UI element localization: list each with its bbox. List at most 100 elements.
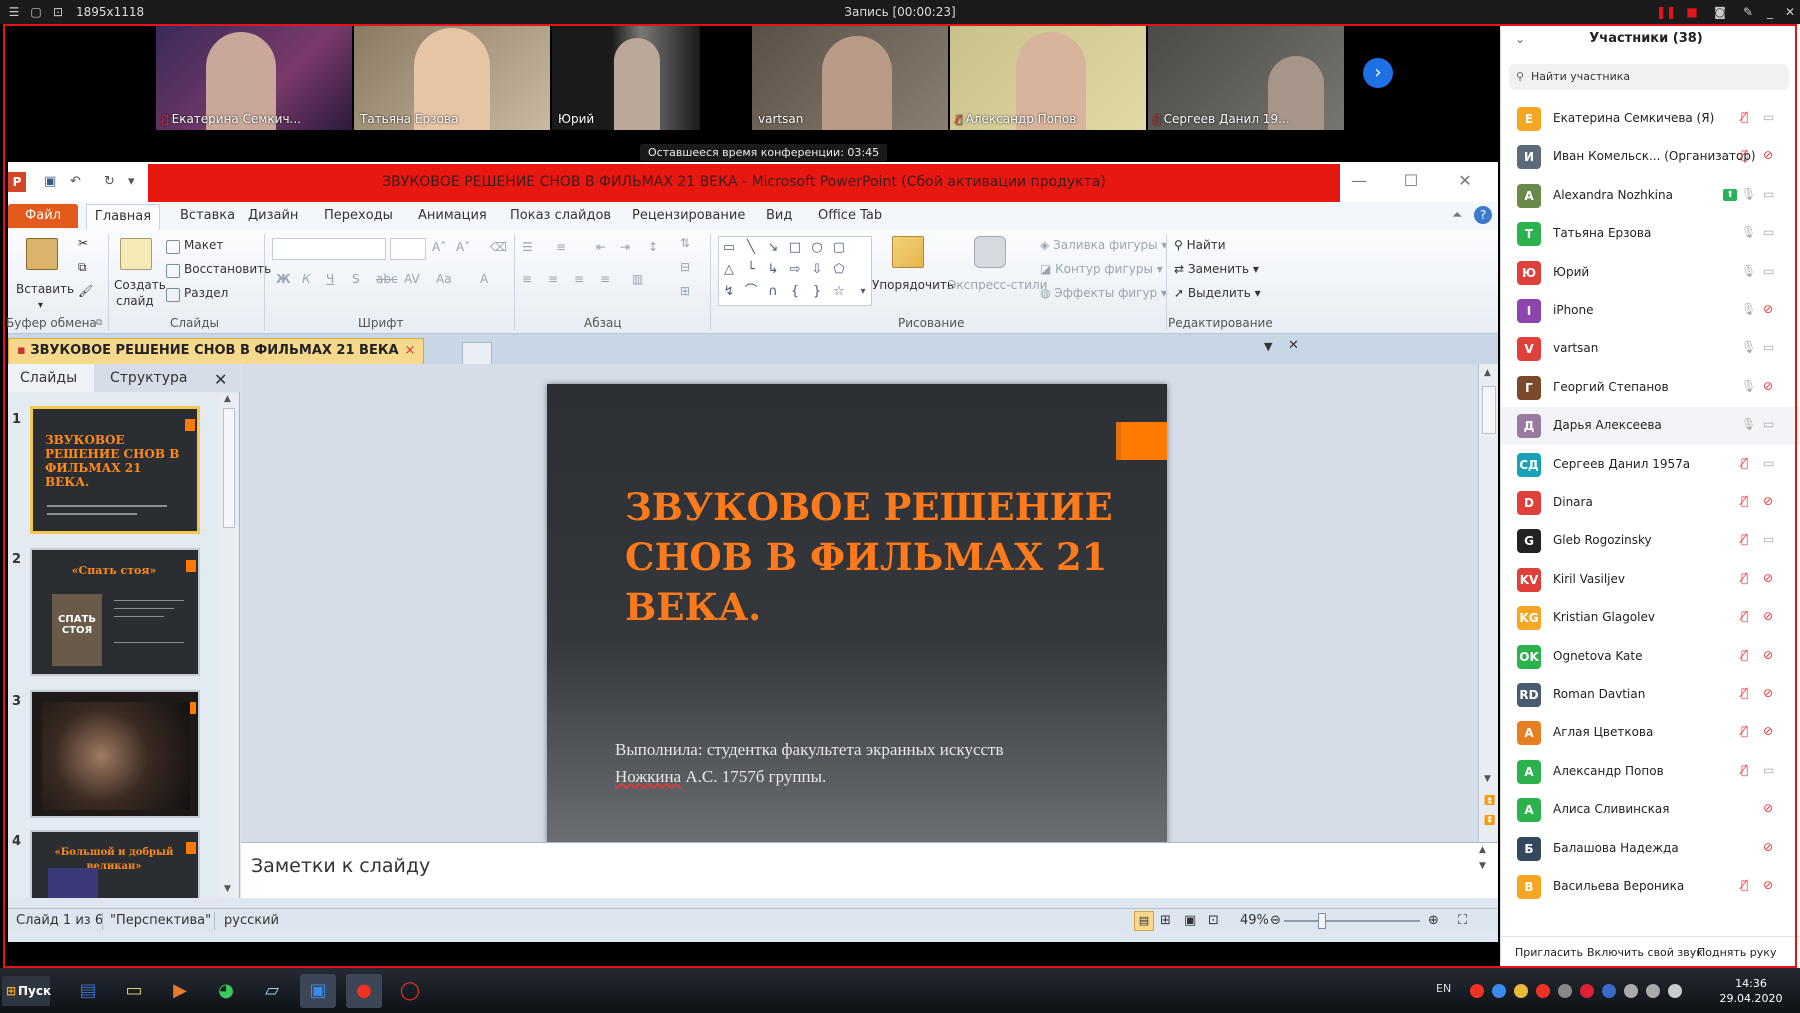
curve-shape-icon[interactable]: ⌒ (743, 285, 759, 299)
replace-button[interactable]: ⇄ Заменить ▾ (1174, 262, 1259, 276)
media-player-icon[interactable]: ▶ (162, 974, 198, 1008)
mic-icon[interactable]: 🎙 (1741, 225, 1756, 239)
star-shape-icon[interactable]: ☆ (831, 285, 847, 299)
left-brace-shape-icon[interactable]: { (787, 285, 803, 299)
previous-slide-icon[interactable]: ⏫ (1484, 796, 1495, 806)
scroll-down-icon[interactable]: ▼ (1484, 774, 1491, 784)
minimize-button[interactable]: — (1344, 170, 1374, 192)
textbox-shape-icon[interactable]: ▭ (721, 241, 737, 255)
participant-row[interactable]: В Васильева Вероника 🎙̸ ⊘ (1501, 868, 1800, 906)
mic-muted-icon[interactable]: 🎙̸ (1741, 878, 1748, 892)
mic-muted-icon[interactable]: 🎙̸ (1741, 609, 1748, 623)
camera-icon[interactable]: ▭ (1763, 417, 1774, 431)
pen-icon[interactable]: ✎ (1740, 4, 1756, 20)
notes-scroll-down-icon[interactable]: ▼ (1479, 861, 1486, 871)
slide-thumbnail[interactable] (30, 690, 200, 818)
elbow-shape-icon[interactable]: └ (743, 263, 759, 277)
mic-muted-icon[interactable]: 🎙̸ (1741, 571, 1748, 585)
collapse-ribbon-icon[interactable]: ⏶ (1452, 208, 1462, 223)
participant-row[interactable]: Ю Юрий 🎙 ▭ (1501, 254, 1800, 292)
participant-row[interactable]: KV Kiril Vasiljev 🎙̸ ⊘ (1501, 561, 1800, 599)
paste-dropdown-icon[interactable]: ▾ (38, 300, 43, 311)
tab-transitions[interactable]: Переходы (324, 208, 393, 223)
zoom-app-icon[interactable]: ▣ (300, 974, 336, 1008)
next-page-button[interactable]: › (1363, 58, 1393, 88)
elbow-arrow-shape-icon[interactable]: ↳ (765, 263, 781, 277)
qat-dropdown-icon[interactable]: ▾ (128, 174, 135, 189)
camera-off-icon[interactable]: ⊘ (1763, 686, 1773, 700)
shrink-font-icon[interactable]: A˅ (456, 240, 470, 254)
new-tab-button[interactable] (462, 342, 492, 364)
quick-styles-button[interactable]: Экспресс-стили (948, 278, 1047, 292)
triangle-shape-icon[interactable]: △ (721, 263, 737, 277)
arc-shape-icon[interactable]: ∩ (765, 285, 781, 299)
keyboard-language[interactable]: EN (1436, 982, 1451, 995)
close-tab-icon[interactable]: × (405, 343, 416, 358)
mic-icon[interactable]: 🎙 (1741, 417, 1756, 431)
arrange-icon[interactable] (892, 236, 924, 268)
video-tile[interactable]: Татьяна Ерзова (354, 26, 550, 130)
scroll-down-icon[interactable]: ▼ (224, 884, 231, 894)
video-tile[interactable]: 🎙̸ Сергеев Данил 19... (1148, 26, 1344, 130)
camera-icon[interactable]: ▭ (1763, 187, 1774, 201)
current-slide[interactable]: ЗВУКОВОЕ РЕШЕНИЕ СНОВ В ФИЛЬМАХ 21 ВЕКА.… (547, 384, 1167, 850)
slide-title[interactable]: ЗВУКОВОЕ РЕШЕНИЕ СНОВ В ФИЛЬМАХ 21 ВЕКА. (625, 482, 1125, 632)
notepad-icon[interactable]: ▱ (254, 974, 290, 1008)
undo-icon[interactable]: ↶ (70, 174, 81, 189)
participant-row[interactable]: D Dinara 🎙̸ ⊘ (1501, 484, 1800, 522)
raise-hand-button[interactable]: Поднять руку (1697, 946, 1776, 959)
shapes-gallery[interactable]: ▭ ╲ ↘ □ ○ ▢ △ └ ↳ ⇨ ⇩ ⬠ ↯ ⌒ ∩ { } ☆ ▾ (718, 236, 872, 306)
camera-off-icon[interactable]: ⊘ (1763, 302, 1773, 316)
spacing-icon[interactable]: AV (404, 272, 420, 286)
opera-icon[interactable]: ◯ (392, 974, 428, 1008)
tab-outline[interactable]: Структура (110, 370, 187, 386)
scroll-up-icon[interactable]: ▲ (1484, 368, 1491, 378)
decrease-indent-icon[interactable]: ⇤ (596, 240, 606, 254)
mic-icon[interactable]: 🎙 (1741, 302, 1756, 316)
copy-icon[interactable]: ⧉ (78, 260, 87, 275)
tab-slideshow[interactable]: Показ слайдов (510, 208, 611, 223)
document-tab[interactable]: ▪ ЗВУКОВОЕ РЕШЕНИЕ СНОВ В ФИЛЬМАХ 21 ВЕК… (8, 338, 425, 364)
video-tile[interactable]: 🎙̸ Александр Попов (950, 26, 1146, 130)
camera-icon[interactable]: ▭ (1763, 532, 1774, 546)
camera-icon[interactable]: ▭ (1763, 456, 1774, 470)
slide-edit-area[interactable]: ЗВУКОВОЕ РЕШЕНИЕ СНОВ В ФИЛЬМАХ 21 ВЕКА.… (241, 364, 1478, 850)
mic-muted-icon[interactable]: 🎙̸ (1741, 763, 1748, 777)
columns-icon[interactable]: ▥ (632, 272, 643, 286)
arrow-line-shape-icon[interactable]: ↘ (765, 241, 781, 255)
minimize-icon[interactable]: _ (1762, 4, 1778, 20)
slide-thumbnail[interactable]: «Спать стоя» СПАТЬ СТОЯ (30, 548, 200, 676)
camera-off-icon[interactable]: ⊘ (1763, 724, 1773, 738)
tab-animation[interactable]: Анимация (418, 208, 487, 223)
slide-thumbnail[interactable]: «Большой и добрый великан» (30, 830, 200, 898)
participant-row[interactable]: А Аглая Цветкова 🎙̸ ⊘ (1501, 714, 1800, 752)
tab-home[interactable]: Главная (86, 204, 160, 230)
mic-icon[interactable]: 🎙 (1741, 187, 1756, 201)
powerpoint-logo-icon[interactable]: P (8, 172, 26, 192)
network-tray-icon[interactable] (1558, 984, 1572, 998)
participant-row[interactable]: Д Дарья Алексеева 🎙 ▭ (1501, 407, 1800, 446)
normal-view-icon[interactable]: ▤ (1134, 911, 1154, 931)
mic-icon[interactable]: 🎙 (1741, 379, 1756, 393)
grow-font-icon[interactable]: A˄ (432, 240, 446, 254)
mic-muted-icon[interactable]: 🎙̸ (1741, 648, 1748, 662)
reading-view-icon[interactable]: ▣ (1184, 913, 1196, 928)
opera-tray-icon[interactable] (1536, 984, 1550, 998)
camera-off-icon[interactable]: ⊘ (1763, 840, 1773, 854)
right-arrow-shape-icon[interactable]: ⇨ (787, 263, 803, 277)
find-button[interactable]: ⚲ Найти (1174, 238, 1226, 252)
language[interactable]: русский (224, 913, 279, 928)
text-direction-icon[interactable]: ⇅ (680, 236, 690, 250)
font-name-combo[interactable] (272, 238, 386, 260)
tab-design[interactable]: Дизайн (248, 208, 298, 223)
explorer-icon[interactable]: ▭ (116, 974, 152, 1008)
notes-placeholder[interactable]: Заметки к слайду (251, 855, 430, 877)
slide-scrollbar[interactable]: ▲ ▼ ⏫ ⏬ (1478, 364, 1498, 842)
zoom-tray-icon[interactable] (1492, 984, 1506, 998)
bluetooth-tray-icon[interactable] (1602, 984, 1616, 998)
scroll-thumb[interactable] (1482, 386, 1496, 434)
flag-tray-icon[interactable] (1580, 984, 1594, 998)
zoom-level[interactable]: 49% (1240, 913, 1269, 928)
zoom-slider-thumb[interactable] (1318, 913, 1326, 929)
record-tray-icon[interactable] (1470, 984, 1484, 998)
